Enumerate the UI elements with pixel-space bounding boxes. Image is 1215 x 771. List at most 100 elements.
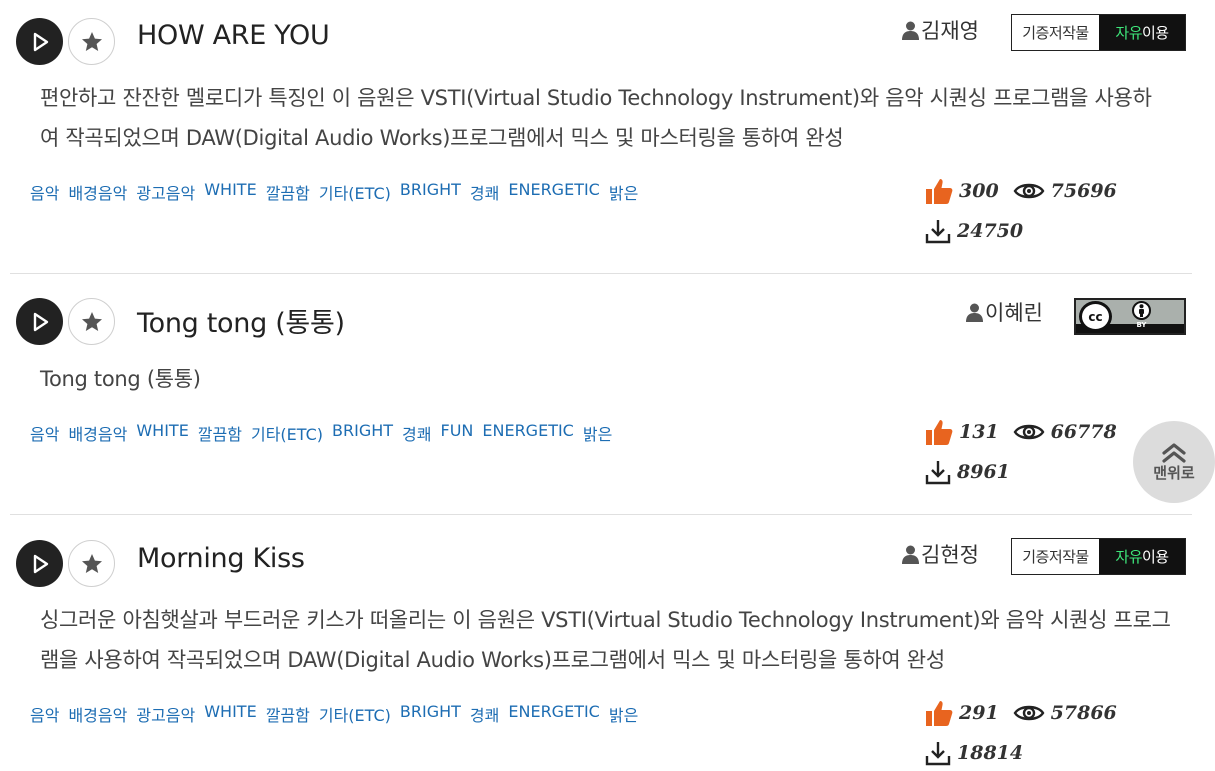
tag[interactable]: 기타(ETC) [319, 702, 391, 726]
download-icon [925, 742, 951, 766]
download-stat[interactable]: 24750 [925, 218, 1023, 244]
play-button[interactable] [16, 18, 63, 65]
tag[interactable]: 배경음악 [68, 421, 127, 445]
track-divider [10, 273, 1192, 274]
back-to-top-button[interactable]: 맨위로 [1133, 421, 1215, 503]
view-stat: 66778 [1013, 421, 1117, 443]
tag[interactable]: BRIGHT [332, 421, 393, 445]
license-badge: 기증저작물 자유 이용 [1011, 14, 1186, 51]
track-description: Tong tong (통통) [40, 367, 201, 391]
download-icon [925, 461, 951, 485]
track-title[interactable]: Tong tong (통통) [137, 301, 345, 340]
eye-icon [1013, 183, 1045, 199]
license-right-label: 자유 이용 [1099, 15, 1185, 50]
thumbs-up-icon [926, 420, 953, 445]
tag[interactable]: 밝은 [609, 180, 638, 204]
user-icon [966, 303, 983, 322]
tag[interactable]: 광고음악 [136, 702, 195, 726]
like-stat[interactable]: 300 [925, 177, 999, 205]
view-count: 66778 [1050, 421, 1117, 443]
track-author[interactable]: 이혜린 [966, 297, 1043, 327]
cc-icon: cc [1079, 301, 1112, 332]
tag[interactable]: 깔끔함 [198, 421, 242, 445]
tag[interactable]: WHITE [136, 421, 188, 445]
play-button[interactable] [16, 298, 63, 345]
tag[interactable]: 광고음악 [136, 180, 195, 204]
track-item: HOW ARE YOU 김재영 기증저작물 자유 이용 편안하고 잔잔한 멜로디가… [10, 0, 1192, 274]
license-left-label: 기증저작물 [1012, 15, 1099, 50]
play-button[interactable] [16, 540, 63, 587]
like-stat[interactable]: 291 [925, 699, 999, 727]
attribution-icon [1132, 300, 1151, 320]
user-icon [902, 21, 919, 40]
track-author[interactable]: 김현정 [902, 539, 979, 569]
tag[interactable]: 경쾌 [470, 702, 499, 726]
thumbs-up-icon [926, 179, 953, 204]
track-author[interactable]: 김재영 [902, 15, 979, 45]
tag[interactable]: 음악 [30, 180, 59, 204]
favorite-button[interactable] [68, 540, 115, 587]
download-icon [925, 220, 951, 244]
tag[interactable]: 기타(ETC) [319, 180, 391, 204]
tag[interactable]: 음악 [30, 421, 59, 445]
tag[interactable]: WHITE [204, 702, 256, 726]
like-count: 291 [959, 702, 999, 724]
star-icon [81, 311, 102, 331]
track-divider [10, 514, 1192, 515]
cc-license-badge: cc BY [1074, 298, 1186, 335]
tag[interactable]: 기타(ETC) [251, 421, 323, 445]
view-count: 75696 [1050, 180, 1117, 202]
tag[interactable]: ENERGETIC [508, 180, 599, 204]
tag[interactable]: 밝은 [583, 421, 612, 445]
author-name: 이혜린 [985, 301, 1043, 325]
tag[interactable]: 깔끔함 [266, 180, 310, 204]
like-count: 300 [959, 180, 999, 202]
track-stats: 291 57866 18814 [925, 693, 1131, 771]
track-item: Tong tong (통통) 이혜린 cc BY Tong tong (통통) … [10, 275, 1192, 515]
track-stats: 300 75696 24750 [925, 171, 1131, 251]
track-item: Morning Kiss 김현정 기증저작물 자유 이용 싱그러운 아침햇살과 부… [10, 516, 1192, 771]
star-icon [81, 553, 102, 573]
tag[interactable]: BRIGHT [400, 180, 461, 204]
author-name: 김현정 [921, 543, 979, 567]
license-left-label: 기증저작물 [1012, 539, 1099, 574]
view-stat: 57866 [1013, 702, 1117, 724]
license-right-label: 자유 이용 [1099, 539, 1185, 574]
download-stat[interactable]: 18814 [925, 740, 1023, 766]
tag[interactable]: BRIGHT [400, 702, 461, 726]
author-name: 김재영 [921, 19, 979, 43]
track-stats: 131 66778 8961 [925, 412, 1131, 492]
tag[interactable]: 배경음악 [68, 180, 127, 204]
tag[interactable]: 깔끔함 [266, 702, 310, 726]
favorite-button[interactable] [68, 18, 115, 65]
by-label: BY [1136, 320, 1147, 329]
play-icon [33, 32, 48, 51]
tag-list: 음악 배경음악 광고음악 WHITE 깔끔함 기타(ETC) BRIGHT 경쾌… [30, 180, 638, 204]
tag-list: 음악 배경음악 광고음악 WHITE 깔끔함 기타(ETC) BRIGHT 경쾌… [30, 702, 638, 726]
track-title[interactable]: HOW ARE YOU [137, 20, 330, 51]
tag[interactable]: ENERGETIC [482, 421, 573, 445]
tag[interactable]: 배경음악 [68, 702, 127, 726]
tag[interactable]: WHITE [204, 180, 256, 204]
play-icon [33, 554, 48, 573]
like-count: 131 [959, 421, 999, 443]
view-stat: 75696 [1013, 180, 1117, 202]
tag[interactable]: ENERGETIC [508, 702, 599, 726]
download-stat[interactable]: 8961 [925, 459, 1010, 485]
view-count: 57866 [1050, 702, 1117, 724]
tag[interactable]: 경쾌 [470, 180, 499, 204]
tag[interactable]: 경쾌 [402, 421, 431, 445]
tag[interactable]: 밝은 [609, 702, 638, 726]
license-badge: 기증저작물 자유 이용 [1011, 538, 1186, 575]
tag[interactable]: 음악 [30, 702, 59, 726]
double-chevron-up-icon [1162, 442, 1186, 463]
track-description: 싱그러운 아침햇살과 부드러운 키스가 떠올리는 이 음원은 VSTI(Virt… [40, 608, 1171, 672]
user-icon [902, 545, 919, 564]
eye-icon [1013, 705, 1045, 721]
tag-list: 음악 배경음악 WHITE 깔끔함 기타(ETC) BRIGHT 경쾌 FUN … [30, 421, 612, 445]
favorite-button[interactable] [68, 298, 115, 345]
track-title[interactable]: Morning Kiss [137, 543, 305, 574]
tag[interactable]: FUN [440, 421, 473, 445]
download-count: 8961 [957, 461, 1010, 483]
like-stat[interactable]: 131 [925, 418, 999, 446]
